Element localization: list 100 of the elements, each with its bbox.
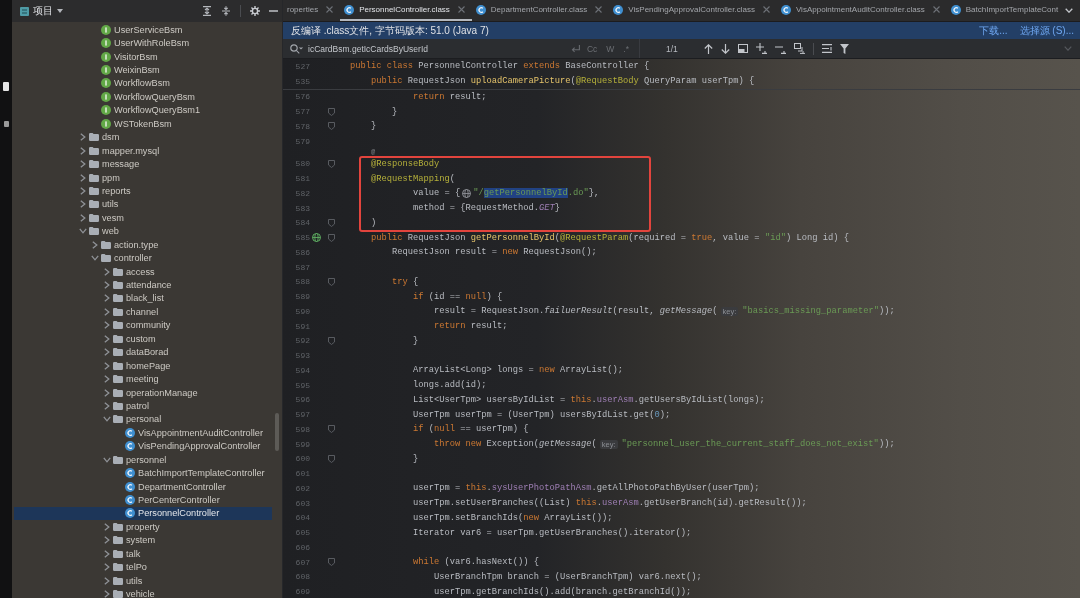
chevron-icon[interactable] <box>79 146 86 155</box>
tree-item[interactable]: vehicle <box>14 587 272 598</box>
fold-icon[interactable] <box>328 425 335 434</box>
banner-link[interactable]: 选择源 (S)... <box>1019 23 1074 38</box>
tree-item[interactable]: channel <box>14 305 272 319</box>
tree-item[interactable]: WSTokenBsm <box>14 117 272 131</box>
chevron-icon[interactable] <box>103 549 110 558</box>
chevron-icon[interactable] <box>79 213 86 222</box>
tree-item[interactable]: dsm <box>14 130 272 144</box>
chevron-icon[interactable] <box>103 401 110 410</box>
chevron-icon[interactable] <box>79 173 86 182</box>
editor-tab[interactable]: BatchImportTemplateCont <box>946 0 1066 21</box>
chevron-icon[interactable] <box>78 228 87 235</box>
editor-tab[interactable]: DepartmentController.class <box>471 0 610 21</box>
expand-all-icon[interactable] <box>202 6 212 16</box>
chevron-icon[interactable] <box>90 255 99 262</box>
chevron-icon[interactable] <box>103 388 110 397</box>
chevron-icon[interactable] <box>79 186 86 195</box>
tree-item[interactable]: telPo <box>14 560 272 574</box>
tree-item[interactable]: VisAppointmentAuditController <box>14 426 272 440</box>
tree-item[interactable]: personnel <box>14 453 272 467</box>
filter-icon[interactable] <box>839 43 849 54</box>
tree-item[interactable]: PerCenterController <box>14 493 272 507</box>
tree-item[interactable]: WorkflowQueryBsm1 <box>14 103 272 118</box>
tree-item[interactable]: DepartmentController <box>14 479 272 494</box>
chevron-icon[interactable] <box>103 563 110 572</box>
editor-tab[interactable]: VisAppointmentAuditController.class <box>776 0 947 21</box>
chevron-icon[interactable] <box>102 456 111 463</box>
collapse-all-icon[interactable] <box>221 6 231 16</box>
chevron-icon[interactable] <box>103 334 110 343</box>
chevron-icon[interactable] <box>103 576 110 585</box>
tree-item[interactable]: controller <box>14 251 272 265</box>
fold-icon[interactable] <box>328 107 335 116</box>
tree-item[interactable]: attendance <box>14 278 272 292</box>
close-icon[interactable] <box>326 6 334 13</box>
settings-icon[interactable] <box>250 6 260 16</box>
select-all-icon[interactable] <box>793 43 805 54</box>
chevron-icon[interactable] <box>79 200 86 209</box>
close-icon[interactable] <box>595 6 603 13</box>
remove-occurrence-icon[interactable] <box>774 43 786 54</box>
tree-item[interactable]: VisitorBsm <box>14 49 272 64</box>
tree-item[interactable]: black_list <box>14 291 272 306</box>
chevron-icon[interactable] <box>103 294 110 303</box>
fold-icon[interactable] <box>328 122 335 131</box>
down-arrow-icon[interactable] <box>720 43 730 54</box>
chevron-icon[interactable] <box>103 590 110 598</box>
fold-icon[interactable] <box>328 454 335 463</box>
tree-item[interactable]: WeixinBsm <box>14 63 272 77</box>
tree-item[interactable]: access <box>14 264 272 279</box>
scrollbar-thumb[interactable] <box>275 413 279 451</box>
fold-icon[interactable] <box>328 233 335 242</box>
chevron-icon[interactable] <box>91 240 98 249</box>
tree-item[interactable]: homePage <box>14 358 272 373</box>
fold-icon[interactable] <box>328 336 335 345</box>
editor-tab[interactable]: roperties <box>283 0 341 21</box>
tree-item[interactable]: ppm <box>14 170 272 185</box>
chevron-icon[interactable] <box>103 536 110 545</box>
chevron-down-icon[interactable] <box>1065 8 1074 13</box>
tree-item[interactable]: personal <box>14 412 272 427</box>
chevron-icon[interactable] <box>103 281 110 290</box>
tree-item[interactable]: property <box>14 520 272 534</box>
fold-icon[interactable] <box>328 159 335 168</box>
tree-item[interactable]: meeting <box>14 372 272 386</box>
up-arrow-icon[interactable] <box>703 43 713 54</box>
panel-icon[interactable] <box>3 121 9 127</box>
window-icon[interactable] <box>737 44 748 53</box>
tree-item[interactable]: action.type <box>14 238 272 252</box>
chevron-icon[interactable] <box>102 416 111 423</box>
tree-item[interactable]: WorkflowBsm <box>14 76 272 91</box>
tree-item[interactable]: system <box>14 533 272 548</box>
tree-item[interactable]: message <box>14 157 272 171</box>
editor-tab[interactable]: VisPendingApprovalController.class <box>609 0 777 21</box>
close-icon[interactable] <box>932 6 940 13</box>
chevron-icon[interactable] <box>79 160 86 169</box>
tree-item[interactable]: dataBorad <box>14 345 272 359</box>
fold-icon[interactable] <box>328 558 335 567</box>
tree-item[interactable]: VisPendingApprovalController <box>14 439 272 453</box>
newline-icon[interactable] <box>570 44 580 53</box>
close-icon[interactable] <box>762 6 770 13</box>
banner-link[interactable]: 下载... <box>979 23 1008 38</box>
tree-item[interactable]: mapper.mysql <box>14 143 272 158</box>
chevron-icon[interactable] <box>103 522 110 531</box>
tree-item[interactable]: vesm <box>14 211 272 225</box>
tree-item[interactable]: WorkflowQueryBsm <box>14 90 272 104</box>
tree-item[interactable]: PersonnelController <box>14 506 272 521</box>
chevron-icon[interactable] <box>103 348 110 357</box>
tree-item[interactable]: community <box>14 318 272 333</box>
tree-item[interactable]: talk <box>14 547 272 561</box>
chevron-icon[interactable] <box>103 267 110 276</box>
add-occurrence-icon[interactable] <box>755 43 767 54</box>
chevron-icon[interactable] <box>103 321 110 330</box>
tree-item[interactable]: UserWithRoleBsm <box>14 36 272 50</box>
fold-icon[interactable] <box>328 218 335 227</box>
fold-icon[interactable] <box>328 277 335 286</box>
chevron-icon[interactable] <box>79 133 86 142</box>
tree-item[interactable]: operationManage <box>14 385 272 400</box>
close-icon[interactable] <box>457 6 465 13</box>
tree-item[interactable]: utils <box>14 197 272 212</box>
view-selector[interactable]: 项目 <box>20 4 63 18</box>
tree-item[interactable]: reports <box>14 184 272 198</box>
